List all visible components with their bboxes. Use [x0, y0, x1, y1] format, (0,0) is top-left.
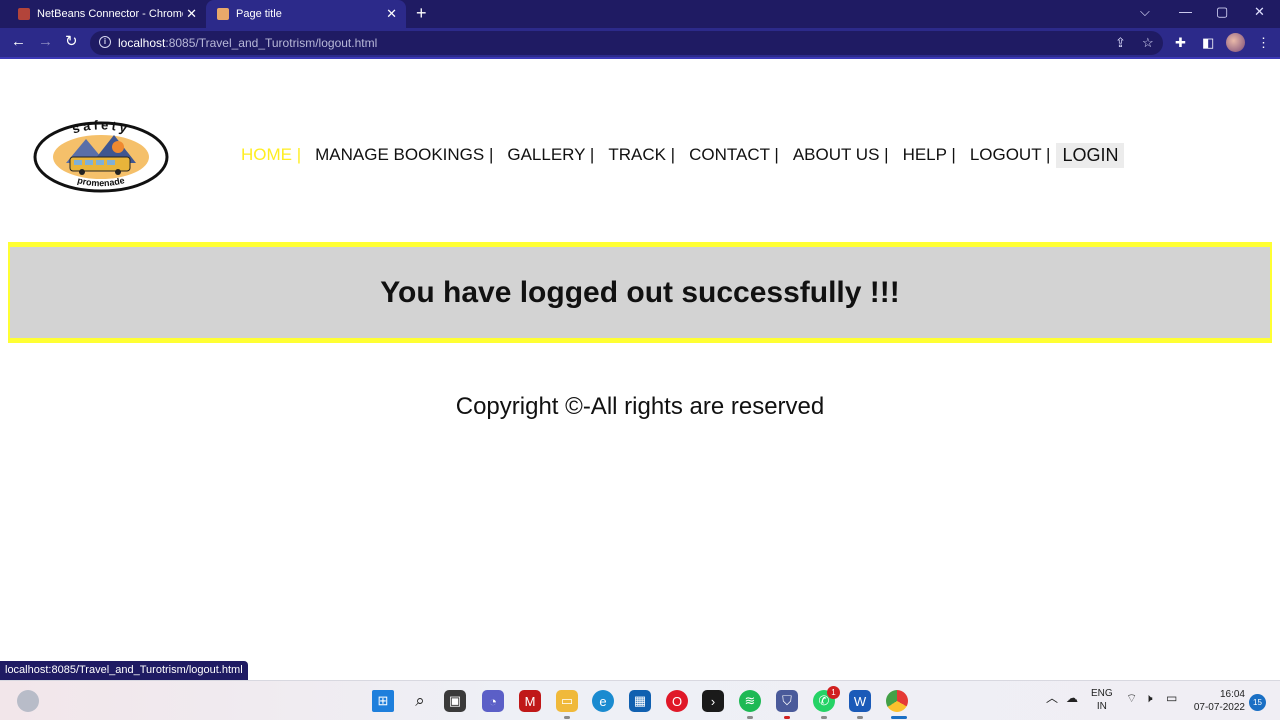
share-icon[interactable]: ⇪ [1115, 35, 1126, 51]
extensions-puzzle-icon[interactable]: ✚ [1175, 35, 1186, 51]
security-shield-icon[interactable]: ⛉ [776, 690, 798, 712]
edge-icon[interactable]: e [592, 690, 614, 712]
running-indicator [857, 716, 863, 719]
store-icon[interactable]: ▦ [629, 690, 651, 712]
footer-copyright: Copyright ©-All rights are reserved [455, 393, 825, 420]
system-clock[interactable]: 16:04 07-07-2022 [1190, 688, 1245, 714]
clock-time: 16:04 [1219, 689, 1245, 700]
nav-help[interactable]: HELP | [903, 145, 956, 165]
tab-page-title[interactable]: Page title ✕ [206, 0, 406, 28]
new-tab-icon[interactable]: + [416, 4, 427, 22]
nav-track[interactable]: TRACK | [608, 145, 675, 165]
running-indicator [784, 716, 790, 719]
browser-toolbar: ← → ↻ i localhost:8085/Travel_and_Turotr… [0, 28, 1280, 59]
forward-arrow-icon[interactable]: → [38, 34, 53, 50]
mcafee-icon[interactable]: M [519, 690, 541, 712]
browser-tab-bar: NetBeans Connector - Chrome W ✕ Page tit… [0, 0, 1280, 28]
tray-chevron-icon[interactable]: ︿ [1046, 692, 1058, 705]
close-window-icon[interactable]: ✕ [1254, 4, 1265, 20]
minimize-icon[interactable]: — [1179, 4, 1192, 19]
terminal-icon[interactable]: › [702, 690, 724, 712]
region-code: IN [1096, 701, 1107, 712]
notification-count-badge[interactable]: 15 [1249, 694, 1266, 711]
windows-taskbar: ⊞ ⌕ ▣ ◔ M ▭ e ▦ O › ≋ ⛉ ✆ 1 W ︿ ☁ ENG IN… [0, 680, 1280, 720]
whatsapp-badge: 1 [827, 686, 840, 699]
profile-avatar[interactable] [1226, 33, 1245, 52]
logout-message-banner: You have logged out successfully !!! [8, 242, 1272, 343]
spotify-icon[interactable]: ≋ [739, 690, 761, 712]
address-url: localhost:8085/Travel_and_Turotrism/logo… [118, 36, 378, 50]
tab-netbeans-connector[interactable]: NetBeans Connector - Chrome W ✕ [0, 0, 206, 28]
logo-top-text: safety [70, 117, 128, 136]
volume-muted-icon[interactable]: 🕨 [1145, 692, 1153, 705]
bookmark-star-icon[interactable]: ☆ [1142, 35, 1154, 51]
reload-icon[interactable]: ↻ [65, 34, 78, 50]
side-panel-icon[interactable]: ◧ [1202, 35, 1214, 51]
whatsapp-icon[interactable]: ✆ 1 [813, 686, 840, 712]
chat-icon[interactable]: ◔ [482, 690, 504, 712]
task-view-icon[interactable]: ▣ [444, 690, 466, 712]
site-logo[interactable]: safety promenade [32, 117, 170, 193]
svg-text:safety: safety [70, 117, 131, 136]
running-indicator [821, 716, 827, 719]
nav-about-us[interactable]: ABOUT US | [793, 145, 889, 165]
nav-gallery[interactable]: GALLERY | [507, 145, 594, 165]
address-bar[interactable]: i localhost:8085/Travel_and_Turotrism/lo… [90, 31, 1163, 55]
nav-contact[interactable]: CONTACT | [689, 145, 779, 165]
nav-login-button[interactable]: LOGIN [1056, 142, 1125, 168]
tab-search-chevron-icon[interactable]: ⌵ [1140, 4, 1150, 20]
logout-message: You have logged out successfully !!! [380, 275, 900, 309]
wifi-icon[interactable]: ⌔ [1126, 692, 1137, 705]
running-indicator [564, 716, 570, 719]
battery-icon[interactable]: ▭ [1166, 692, 1177, 705]
back-arrow-icon[interactable]: ← [11, 34, 26, 50]
file-explorer-icon[interactable]: ▭ [556, 690, 578, 712]
language-indicator[interactable]: ENG IN [1091, 687, 1113, 713]
close-tab-icon[interactable]: ✕ [386, 7, 397, 21]
main-navigation: HOME | MANAGE BOOKINGS | GALLERY | TRACK… [241, 142, 1138, 168]
weather-widget-icon[interactable] [17, 690, 39, 712]
more-menu-icon[interactable]: ⋮ [1257, 35, 1270, 51]
tab-title: Page title [236, 8, 282, 20]
tab-favicon-icon [18, 8, 30, 20]
site-info-icon[interactable]: i [99, 36, 111, 48]
tab-title: NetBeans Connector - Chrome W [37, 8, 183, 20]
opera-icon[interactable]: O [666, 690, 688, 712]
nav-home[interactable]: HOME | [241, 145, 301, 165]
nav-manage-bookings[interactable]: MANAGE BOOKINGS | [315, 145, 493, 165]
language-code: ENG [1091, 688, 1113, 699]
chrome-icon[interactable] [886, 690, 908, 712]
maximize-icon[interactable]: ▢ [1216, 4, 1228, 20]
tab-favicon-icon [217, 8, 229, 20]
close-tab-icon[interactable]: ✕ [186, 7, 197, 21]
onedrive-cloud-icon[interactable]: ☁ [1066, 692, 1078, 705]
search-icon[interactable]: ⌕ [409, 690, 431, 712]
word-icon[interactable]: W [849, 690, 871, 712]
running-indicator [891, 716, 907, 719]
clock-date: 07-07-2022 [1193, 702, 1245, 713]
nav-logout[interactable]: LOGOUT | [970, 145, 1051, 165]
running-indicator [747, 716, 753, 719]
status-bar-url: localhost:8085/Travel_and_Turotrism/logo… [0, 661, 248, 680]
start-windows-icon[interactable]: ⊞ [372, 690, 394, 712]
